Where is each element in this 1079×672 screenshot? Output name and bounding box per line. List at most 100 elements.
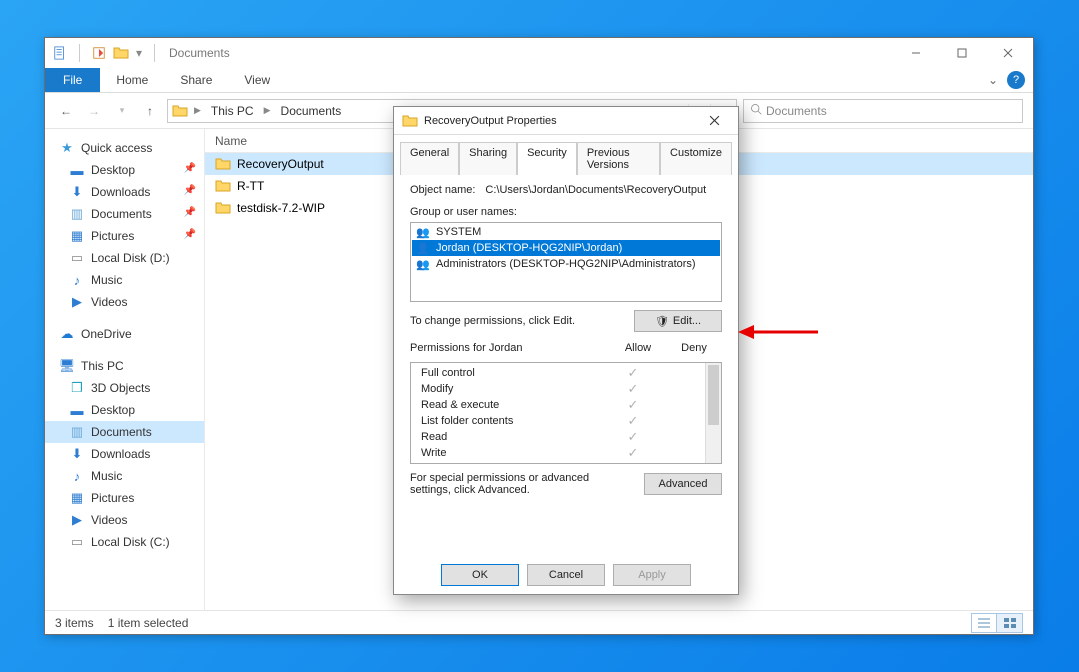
sidebar-item-label: Documents [91,207,152,221]
tab-view[interactable]: View [228,68,286,92]
sidebar-item-onedrive[interactable]: ☁ OneDrive [45,323,204,345]
object-name-value: C:\Users\Jordan\Documents\RecoveryOutput [485,184,706,196]
properties-icon[interactable] [51,44,69,62]
permission-row: Read ✓ [415,429,717,445]
chevron-down-icon[interactable]: ▾ [134,44,144,62]
tab-share[interactable]: Share [164,68,228,92]
allow-check-icon: ✓ [605,365,661,381]
download-icon: ⬇ [69,446,85,462]
dialog-titlebar: RecoveryOutput Properties [394,107,738,135]
breadcrumb[interactable]: Documents [277,104,346,118]
status-selection-count: 1 item selected [108,616,189,630]
tab-file[interactable]: File [45,68,100,92]
pictures-icon: ▦ [69,228,85,244]
close-button[interactable] [985,38,1031,68]
sidebar-item-music[interactable]: ♪ Music [45,269,204,291]
folder-icon [215,178,231,194]
sidebar-item-documents[interactable]: ▥ Documents 📌 [45,203,204,225]
expand-ribbon-icon[interactable]: ⌄ [987,68,1003,92]
nav-up-button[interactable]: ↑ [139,100,161,122]
sidebar-item-label: This PC [81,359,124,373]
new-folder-icon[interactable] [90,44,108,62]
chevron-right-icon[interactable]: ▶ [192,105,203,116]
group-users-label: Group or user names: [410,206,722,218]
allow-column-header: Allow [610,342,666,354]
folder-icon [215,156,231,172]
status-bar: 3 items 1 item selected [45,610,1033,634]
permission-name: Read & execute [415,399,605,411]
search-input[interactable]: Documents [743,99,1023,123]
sidebar-item-pictures[interactable]: ▦ Pictures 📌 [45,225,204,247]
dialog-footer: OK Cancel Apply [394,556,738,594]
user-row[interactable]: 👤 Jordan (DESKTOP-HQG2NIP\Jordan) [412,240,720,256]
file-name: R-TT [237,179,264,193]
edit-button[interactable]: 🛡 Edit... [634,310,722,332]
apply-button[interactable]: Apply [613,564,691,586]
permission-row: Modify ✓ [415,381,717,397]
tab-previous-versions[interactable]: Previous Versions [577,142,660,175]
user-icon: 👤 [416,241,430,255]
pc-icon: 🖥 [59,358,75,374]
tab-sharing[interactable]: Sharing [459,142,517,175]
folder-icon [402,113,418,129]
sidebar-item-downloads-pc[interactable]: ⬇ Downloads [45,443,204,465]
file-name: RecoveryOutput [237,157,324,171]
pin-icon: 📌 [184,207,196,218]
sidebar-item-videos[interactable]: ▶ Videos [45,291,204,313]
folder-icon [112,44,130,62]
permission-name: Read [415,431,605,443]
allow-check-icon: ✓ [605,381,661,397]
user-row[interactable]: 👥 SYSTEM [412,224,720,240]
sidebar-item-quick-access[interactable]: ★ Quick access [45,137,204,159]
sidebar-item-label: Local Disk (D:) [91,251,170,265]
special-permissions-hint: For special permissions or advanced sett… [410,472,610,496]
sidebar-item-local-disk-d[interactable]: ▭ Local Disk (D:) [45,247,204,269]
close-button[interactable] [698,109,730,133]
permission-row: Read & execute ✓ [415,397,717,413]
permissions-listbox[interactable]: Full control ✓ Modify ✓ Read & execute ✓… [410,362,722,464]
pin-icon: 📌 [184,185,196,196]
desktop-icon: ▬ [69,162,85,178]
minimize-button[interactable] [893,38,939,68]
scrollbar[interactable] [705,363,721,463]
view-thumbnails-button[interactable] [997,613,1023,633]
nav-back-button[interactable]: ← [55,100,77,122]
tab-home[interactable]: Home [100,68,164,92]
sidebar-item-local-disk-c[interactable]: ▭ Local Disk (C:) [45,531,204,553]
maximize-button[interactable] [939,38,985,68]
view-details-button[interactable] [971,613,997,633]
cancel-button[interactable]: Cancel [527,564,605,586]
sidebar-item-videos-pc[interactable]: ▶ Videos [45,509,204,531]
permission-row: List folder contents ✓ [415,413,717,429]
user-group-icon: 👥 [416,225,430,239]
window-title: Documents [165,46,230,60]
tab-customize[interactable]: Customize [660,142,732,175]
tab-security[interactable]: Security [517,142,577,175]
tab-general[interactable]: General [400,142,459,175]
user-row[interactable]: 👥 Administrators (DESKTOP-HQG2NIP\Admini… [412,256,720,272]
nav-forward-button[interactable]: → [83,100,105,122]
ok-button[interactable]: OK [441,564,519,586]
allow-check-icon: ✓ [605,397,661,413]
chevron-right-icon[interactable]: ▶ [262,105,273,116]
sidebar-item-downloads[interactable]: ⬇ Downloads 📌 [45,181,204,203]
permissions-for-label: Permissions for Jordan [410,342,610,354]
quick-access-toolbar: ▾ [47,44,165,62]
sidebar-item-label: Documents [91,425,152,439]
dialog-tabs: General Sharing Security Previous Versio… [394,135,738,174]
file-name: testdisk-7.2-WIP [237,201,325,215]
sidebar-item-desktop-pc[interactable]: ▬ Desktop [45,399,204,421]
disk-icon: ▭ [69,250,85,266]
advanced-button[interactable]: Advanced [644,473,722,495]
sidebar-item-this-pc[interactable]: 🖥 This PC [45,355,204,377]
users-listbox[interactable]: 👥 SYSTEM 👤 Jordan (DESKTOP-HQG2NIP\Jorda… [410,222,722,302]
nav-recent-dropdown[interactable]: ▾ [111,100,133,122]
sidebar-item-music-pc[interactable]: ♪ Music [45,465,204,487]
sidebar-item-documents-pc[interactable]: ▥ Documents [45,421,204,443]
sidebar-item-desktop[interactable]: ▬ Desktop 📌 [45,159,204,181]
help-icon[interactable]: ? [1007,71,1025,89]
sidebar-item-3d-objects[interactable]: ❒ 3D Objects [45,377,204,399]
sidebar-item-pictures-pc[interactable]: ▦ Pictures [45,487,204,509]
breadcrumb[interactable]: This PC [207,104,258,118]
shield-icon: 🛡 [655,315,669,328]
